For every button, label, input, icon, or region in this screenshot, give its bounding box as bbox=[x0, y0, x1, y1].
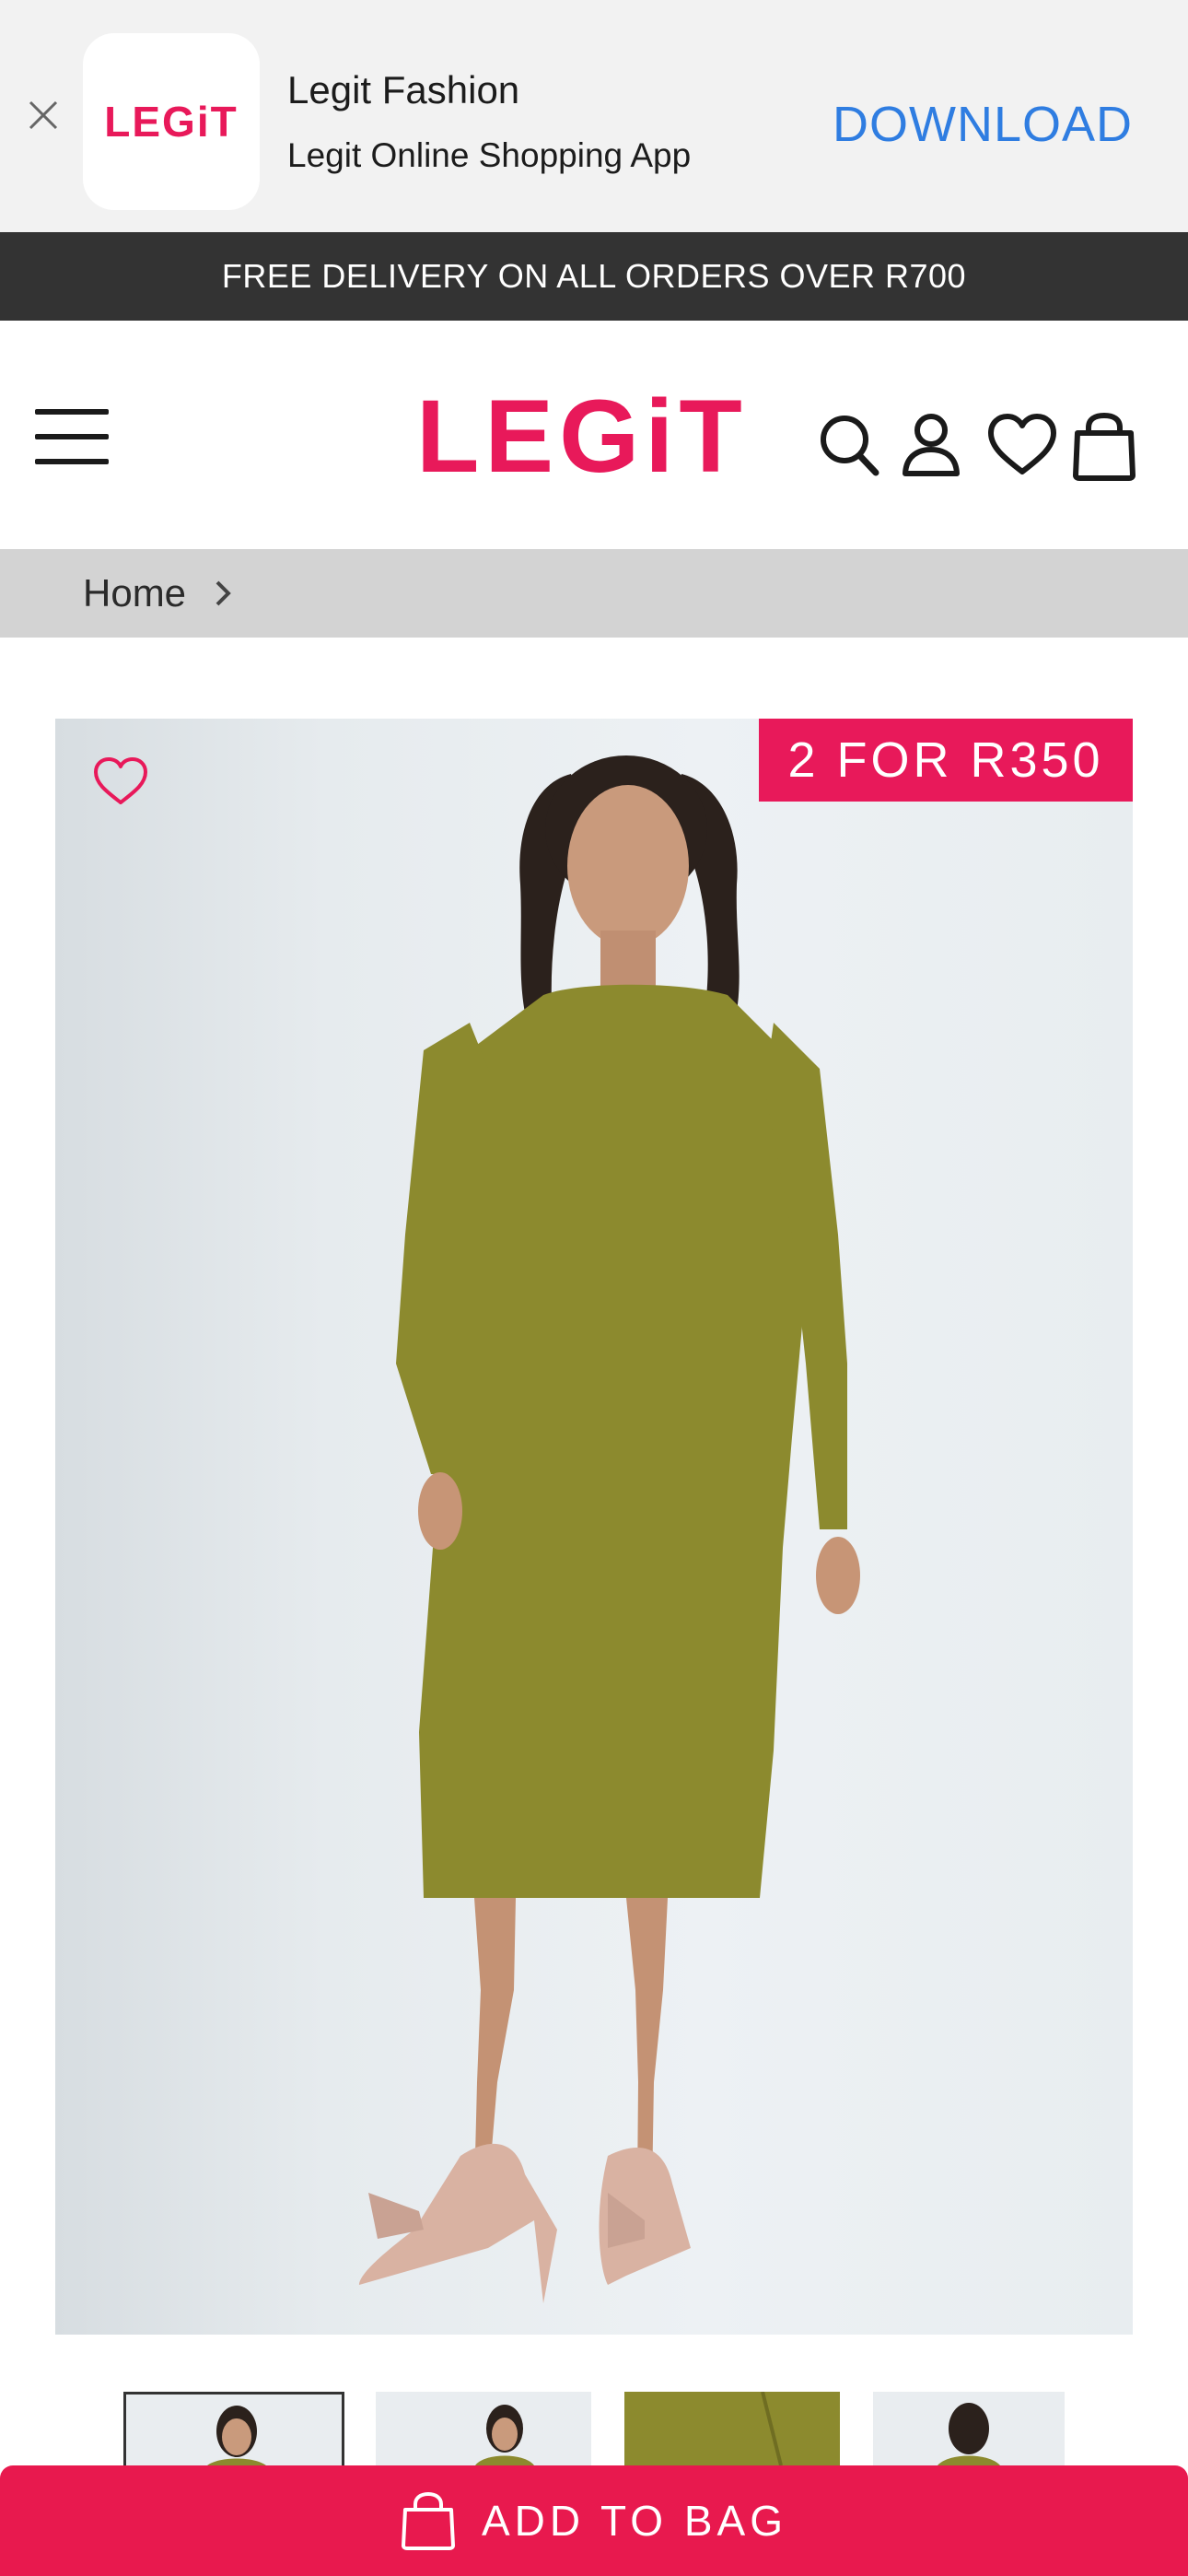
heart-outline-icon bbox=[94, 757, 147, 804]
product-thumbnail[interactable] bbox=[123, 2392, 344, 2465]
close-banner-button[interactable] bbox=[22, 94, 64, 136]
shopping-bag-icon bbox=[401, 2491, 455, 2550]
heart-icon bbox=[988, 414, 1056, 474]
app-install-banner: LEGiT Legit Fashion Legit Online Shoppin… bbox=[0, 0, 1188, 232]
breadcrumb: Home bbox=[0, 549, 1188, 638]
site-logo[interactable]: LEGiT bbox=[416, 385, 748, 488]
free-delivery-promo-bar: FREE DELIVERY ON ALL ORDERS OVER R700 bbox=[0, 232, 1188, 321]
add-to-bag-label: ADD TO BAG bbox=[481, 2497, 788, 2545]
app-description: Legit Online Shopping App bbox=[287, 136, 692, 174]
product-thumbnail[interactable] bbox=[376, 2392, 591, 2465]
close-icon bbox=[29, 100, 58, 130]
product-main-image[interactable]: 2 FOR R350 bbox=[55, 719, 1133, 2335]
add-to-bag-button[interactable]: ADD TO BAG bbox=[0, 2465, 1188, 2576]
product-photo bbox=[359, 755, 860, 2303]
chevron-right-icon bbox=[214, 579, 234, 608]
site-header: LEGiT bbox=[0, 321, 1188, 549]
download-app-button[interactable]: DOWNLOAD bbox=[833, 96, 1133, 153]
product-thumbnail[interactable] bbox=[873, 2392, 1065, 2465]
app-icon: LEGiT bbox=[83, 33, 260, 210]
app-name: Legit Fashion bbox=[287, 68, 520, 111]
wishlist-header-button[interactable] bbox=[987, 413, 1057, 477]
promo-badge: 2 FOR R350 bbox=[759, 719, 1133, 802]
search-icon bbox=[821, 416, 879, 476]
search-button[interactable] bbox=[818, 413, 882, 479]
account-icon bbox=[903, 414, 960, 476]
breadcrumb-home-link[interactable]: Home bbox=[83, 571, 186, 615]
cart-button[interactable] bbox=[1072, 413, 1136, 481]
shopping-bag-icon bbox=[1073, 413, 1136, 481]
product-thumbnails bbox=[0, 2392, 1188, 2465]
account-button[interactable] bbox=[901, 413, 961, 479]
product-thumbnail[interactable] bbox=[624, 2392, 840, 2465]
menu-button[interactable] bbox=[35, 409, 109, 464]
add-to-wishlist-button[interactable] bbox=[92, 755, 157, 820]
app-icon-logo: LEGiT bbox=[104, 98, 239, 146]
